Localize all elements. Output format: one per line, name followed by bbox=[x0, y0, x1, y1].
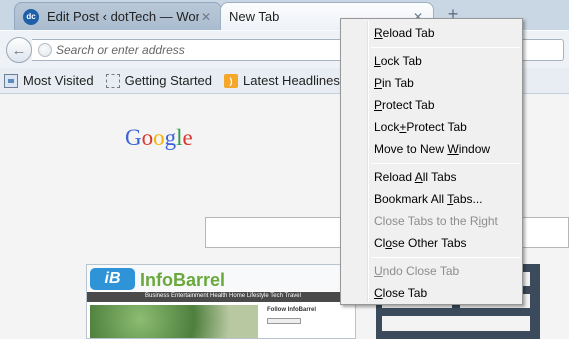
bookmark-label: Getting Started bbox=[124, 73, 213, 88]
menu-item-label: Close Tab bbox=[374, 286, 428, 300]
menu-item-label: Lock+Protect Tab bbox=[374, 120, 467, 134]
accelerator-key: + bbox=[399, 120, 407, 134]
most-visited-icon bbox=[4, 73, 18, 88]
menu-item-pin-tab[interactable]: Pin Tab bbox=[343, 72, 520, 94]
getting-started-icon bbox=[105, 73, 120, 88]
menu-item-close-tabs-right: Close Tabs to the Right bbox=[343, 210, 520, 232]
menu-item-label: Move to New Window bbox=[374, 142, 491, 156]
menu-separator bbox=[371, 47, 520, 48]
accelerator-key: L bbox=[374, 54, 381, 68]
infobarrel-name: InfoBarrel bbox=[140, 270, 226, 290]
menu-separator bbox=[371, 163, 520, 164]
bookmark-most-visited[interactable]: Most Visited bbox=[4, 73, 94, 88]
bookmark-latest-headlines[interactable]: ) Latest Headlines bbox=[224, 73, 340, 88]
bookmark-getting-started[interactable]: Getting Started bbox=[105, 73, 213, 88]
thumbnail-follow-text: Follow InfoBarrel bbox=[267, 307, 317, 313]
thumbnail-image bbox=[90, 305, 258, 338]
accelerator-key: R bbox=[374, 26, 383, 40]
accelerator-key: C bbox=[374, 286, 383, 300]
tab-edit-post[interactable]: dc Edit Post ‹ dotTech — Wor... ✕ bbox=[14, 2, 222, 30]
accelerator-key: A bbox=[414, 170, 423, 184]
close-icon[interactable]: ✕ bbox=[199, 10, 213, 24]
google-letter: e bbox=[182, 125, 193, 150]
menu-item-label: Protect Tab bbox=[374, 98, 435, 112]
google-logo: Google bbox=[125, 125, 193, 151]
accelerator-key: T bbox=[447, 192, 454, 206]
tab-context-menu: Reload Tab Lock Tab Pin Tab Protect Tab … bbox=[340, 18, 523, 305]
menu-item-label: Lock Tab bbox=[374, 54, 422, 68]
menu-item-undo-close-tab: Undo Close Tab bbox=[343, 260, 520, 282]
menu-item-label: Close Other Tabs bbox=[374, 236, 467, 250]
menu-item-close-tab[interactable]: Close Tab bbox=[343, 282, 520, 304]
menu-item-reload-tab[interactable]: Reload Tab bbox=[343, 22, 520, 44]
infobarrel-logo: iB bbox=[90, 268, 135, 290]
accelerator-key: i bbox=[478, 214, 482, 228]
menu-item-label: Reload Tab bbox=[374, 26, 435, 40]
back-arrow-icon: ← bbox=[11, 41, 27, 59]
google-letter: g bbox=[164, 125, 177, 150]
menu-item-label: Undo Close Tab bbox=[374, 264, 460, 278]
accelerator-key: P bbox=[374, 98, 383, 112]
menu-item-reload-all-tabs[interactable]: Reload All Tabs bbox=[343, 166, 520, 188]
dottech-favicon-icon: dc bbox=[23, 8, 39, 25]
menu-item-move-to-new-window[interactable]: Move to New Window bbox=[343, 138, 520, 160]
menu-item-protect-tab[interactable]: Protect Tab bbox=[343, 94, 520, 116]
accelerator-key: P bbox=[374, 76, 383, 90]
accelerator-key: W bbox=[447, 142, 459, 156]
menu-item-bookmark-all-tabs[interactable]: Bookmark All Tabs... bbox=[343, 188, 520, 210]
menu-separator bbox=[371, 257, 520, 258]
accelerator-key: o bbox=[385, 236, 393, 250]
menu-item-lock-tab[interactable]: Lock Tab bbox=[343, 50, 520, 72]
tab-edit-post-label: Edit Post ‹ dotTech — Wor... bbox=[47, 9, 199, 24]
menu-item-label: Pin Tab bbox=[374, 76, 414, 90]
site-thumbnail-infobarrel[interactable]: iB InfoBarrel Business Entertainment Hea… bbox=[86, 264, 356, 339]
thumbnail-panel bbox=[382, 316, 530, 331]
bookmark-label: Most Visited bbox=[23, 73, 94, 88]
menu-item-label: Close Tabs to the Right bbox=[374, 214, 498, 228]
rss-icon: ) bbox=[224, 73, 239, 88]
globe-icon bbox=[38, 43, 52, 57]
thumbnail-follow-button bbox=[267, 318, 301, 324]
bookmark-label: Latest Headlines bbox=[243, 73, 340, 88]
back-button[interactable]: ← bbox=[6, 37, 32, 63]
google-letter: o bbox=[153, 125, 165, 150]
menu-item-label: Bookmark All Tabs... bbox=[374, 192, 483, 206]
accelerator-key: U bbox=[374, 264, 383, 278]
google-letter: o bbox=[141, 125, 154, 150]
menu-item-label: Reload All Tabs bbox=[374, 170, 457, 184]
thumbnail-nav-text: Business Entertainment Health Home Lifes… bbox=[145, 293, 301, 299]
menu-item-close-other-tabs[interactable]: Close Other Tabs bbox=[343, 232, 520, 254]
menu-item-lock-protect-tab[interactable]: Lock+Protect Tab bbox=[343, 116, 520, 138]
google-letter: G bbox=[125, 125, 142, 150]
